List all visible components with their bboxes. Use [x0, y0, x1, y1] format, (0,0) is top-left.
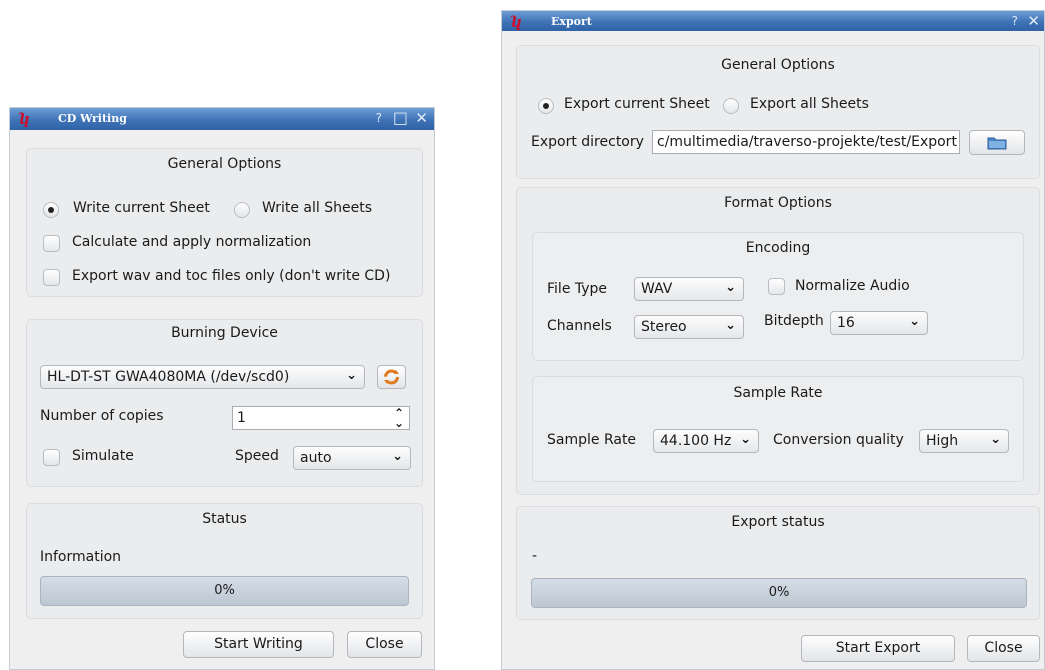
write-all-sheets-label[interactable]: Write all Sheets [262, 200, 372, 216]
traverso-logo-icon: ʮ [19, 110, 29, 128]
export-status-group: Export status - 0% [516, 506, 1040, 620]
copies-label: Number of copies [40, 408, 164, 424]
chevron-down-icon: ⌄ [346, 368, 357, 383]
speed-label: Speed [235, 448, 279, 464]
normalize-audio-checkbox[interactable] [768, 278, 785, 295]
write-all-sheets-radio[interactable] [234, 202, 250, 218]
copies-spinbox[interactable]: 1 ⌃ ⌄ [232, 406, 410, 430]
sample-rate-select[interactable]: 44.100 Hz ⌄ [653, 429, 759, 453]
conversion-quality-select[interactable]: High ⌄ [919, 429, 1009, 453]
export-all-sheets-radio[interactable] [723, 98, 739, 114]
information-label: Information [40, 549, 122, 565]
encoding-group: Encoding File Type WAV ⌄ Normalize Audio… [532, 232, 1024, 361]
group-heading: Export status [731, 514, 825, 530]
group-heading: Sample Rate [733, 385, 823, 401]
copies-value: 1 [237, 410, 246, 426]
window-title: Export [551, 15, 592, 28]
export-window: ʮ Export ? ✕ General Options Export curr… [501, 10, 1045, 670]
group-heading: General Options [721, 57, 835, 73]
writing-progress-bar: 0% [40, 576, 409, 606]
start-export-button[interactable]: Start Export [801, 635, 955, 662]
file-type-value: WAV [641, 281, 673, 297]
channels-value: Stereo [641, 319, 687, 335]
chevron-down-icon: ⌄ [725, 318, 736, 333]
channels-select[interactable]: Stereo ⌄ [634, 315, 744, 339]
close-button[interactable]: Close [347, 631, 422, 658]
close-icon[interactable]: ✕ [415, 109, 428, 127]
cd-writing-window: ʮ CD Writing ? □ ✕ General Options Write… [9, 107, 435, 670]
progress-text: 0% [214, 583, 235, 598]
general-options-group: General Options Write current Sheet Writ… [26, 148, 423, 297]
format-options-group: Format Options Encoding File Type WAV ⌄ … [516, 187, 1040, 495]
export-wav-toc-checkbox[interactable] [43, 269, 60, 286]
channels-label: Channels [547, 318, 612, 334]
general-options-group: General Options Export current Sheet Exp… [516, 45, 1040, 179]
speed-value: auto [300, 450, 332, 466]
export-all-sheets-label[interactable]: Export all Sheets [750, 96, 869, 112]
chevron-down-icon: ⌄ [909, 314, 920, 329]
write-current-sheet-label[interactable]: Write current Sheet [73, 200, 210, 216]
file-type-select[interactable]: WAV ⌄ [634, 277, 744, 301]
export-current-sheet-label[interactable]: Export current Sheet [564, 96, 710, 112]
export-status-text: - [532, 548, 538, 564]
refresh-devices-button[interactable] [377, 365, 406, 389]
file-type-label: File Type [547, 281, 608, 297]
cd-writing-titlebar[interactable]: ʮ CD Writing ? □ ✕ [10, 108, 434, 130]
group-heading: Status [202, 511, 247, 527]
browse-directory-button[interactable] [969, 130, 1025, 155]
conversion-quality-value: High [926, 433, 959, 449]
close-button[interactable]: Close [967, 635, 1040, 662]
bitdepth-value: 16 [837, 315, 855, 331]
sample-rate-label: Sample Rate [547, 432, 637, 448]
bitdepth-select[interactable]: 16 ⌄ [830, 311, 928, 335]
export-directory-value: c/multimedia/traverso-projekte/test/Expo… [657, 134, 957, 150]
group-heading: Encoding [745, 240, 811, 256]
burning-device-group: Burning Device HL-DT-ST GWA4080MA (/dev/… [26, 319, 423, 487]
export-directory-input[interactable]: c/multimedia/traverso-projekte/test/Expo… [652, 130, 960, 154]
group-heading: General Options [167, 156, 282, 172]
chevron-down-icon: ⌄ [725, 280, 736, 295]
burning-device-value: HL-DT-ST GWA4080MA (/dev/scd0) [47, 369, 290, 385]
sample-rate-value: 44.100 Hz [660, 433, 732, 449]
sample-rate-group: Sample Rate Sample Rate 44.100 Hz ⌄ Conv… [532, 376, 1024, 482]
export-progress-bar: 0% [531, 578, 1027, 608]
maximize-icon[interactable]: □ [393, 108, 408, 127]
calculate-normalization-checkbox[interactable] [43, 235, 60, 252]
normalize-audio-label[interactable]: Normalize Audio [795, 278, 910, 294]
speed-select[interactable]: auto ⌄ [293, 446, 411, 470]
folder-icon [987, 137, 1007, 150]
burning-device-select[interactable]: HL-DT-ST GWA4080MA (/dev/scd0) ⌄ [40, 365, 365, 389]
simulate-label[interactable]: Simulate [72, 448, 134, 464]
group-heading: Format Options [724, 195, 832, 211]
window-title: CD Writing [58, 112, 127, 125]
close-icon[interactable]: ✕ [1027, 12, 1040, 30]
export-titlebar[interactable]: ʮ Export ? ✕ [502, 11, 1044, 31]
spin-arrows-icon[interactable]: ⌃ ⌄ [394, 407, 404, 429]
group-heading: Burning Device [171, 325, 278, 341]
export-current-sheet-radio[interactable] [538, 98, 554, 114]
progress-text: 0% [768, 585, 790, 600]
status-group: Status Information 0% [26, 503, 423, 619]
write-current-sheet-radio[interactable] [43, 202, 59, 218]
calculate-normalization-label[interactable]: Calculate and apply normalization [72, 234, 311, 250]
chevron-down-icon: ⌄ [740, 432, 751, 447]
help-button[interactable]: ? [376, 111, 382, 125]
export-directory-label: Export directory [531, 134, 644, 150]
chevron-down-icon: ⌄ [990, 432, 1001, 447]
start-writing-button[interactable]: Start Writing [183, 631, 334, 658]
help-button[interactable]: ? [1012, 14, 1018, 28]
conversion-quality-label: Conversion quality [773, 432, 904, 448]
refresh-icon [384, 369, 399, 385]
export-wav-toc-label[interactable]: Export wav and toc files only (don't wri… [72, 268, 390, 284]
traverso-logo-icon: ʮ [511, 13, 521, 31]
bitdepth-label: Bitdepth [764, 313, 824, 329]
chevron-down-icon: ⌄ [392, 449, 403, 464]
simulate-checkbox[interactable] [43, 449, 60, 466]
